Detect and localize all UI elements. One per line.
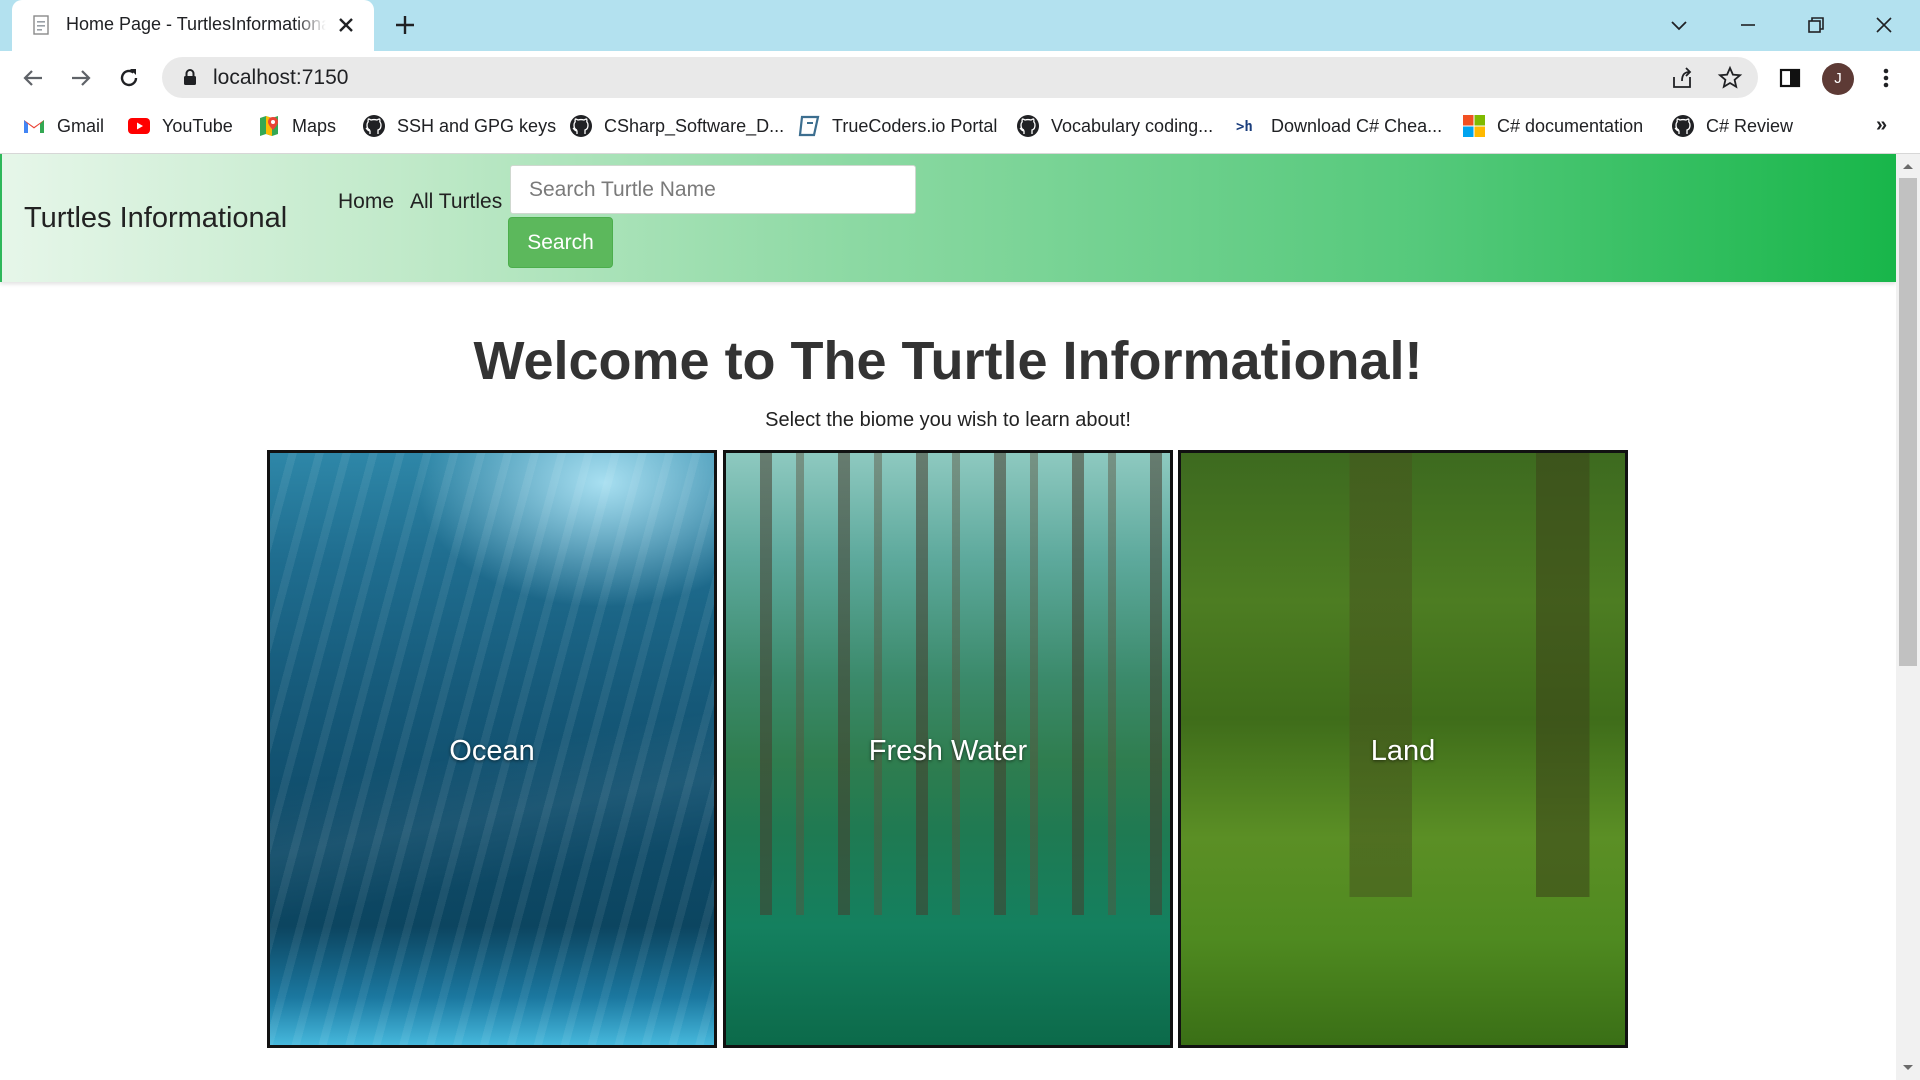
scroll-up-icon[interactable] [1900, 160, 1916, 172]
biome-label: Ocean [449, 735, 535, 767]
restore-icon[interactable] [1801, 10, 1831, 40]
biome-label: Land [1370, 735, 1436, 767]
github-icon [1017, 115, 1039, 137]
page-title: Welcome to The Turtle Informational! [473, 331, 1423, 391]
bookmarks-overflow-button[interactable]: » [1876, 114, 1887, 137]
lock-icon[interactable] [182, 68, 198, 86]
bookmark-maps[interactable]: Maps [257, 110, 336, 142]
bookmark-label: Gmail [57, 115, 105, 136]
scrollbar-thumb[interactable] [1899, 178, 1917, 666]
bookmark-label: C# Review [1706, 115, 1794, 136]
minimize-icon[interactable] [1733, 10, 1763, 40]
bookmark-label: YouTube [162, 115, 233, 136]
bookmark-csharp-docs[interactable]: C# documentation [1462, 110, 1643, 142]
fresh-water-image [726, 453, 1170, 915]
reload-icon[interactable] [114, 63, 144, 93]
microsoft-icon [1463, 115, 1485, 137]
browser-tab[interactable]: Home Page - TurtlesInformational [12, 0, 374, 51]
back-arrow-icon[interactable] [18, 63, 48, 93]
svg-text:>h: >h [1236, 119, 1253, 135]
github-icon [1672, 115, 1694, 137]
site-navbar: Turtles Informational Home All Turtles S… [0, 154, 1896, 282]
biome-label: Fresh Water [868, 735, 1028, 767]
maps-icon [260, 116, 278, 136]
tab-title: Home Page - TurtlesInformational [66, 14, 326, 34]
search-button[interactable]: Search [508, 217, 613, 268]
truecoders-icon [798, 115, 820, 137]
close-tab-icon[interactable] [334, 13, 358, 37]
bookmark-csharp-software[interactable]: CSharp_Software_D... [569, 110, 784, 142]
side-panel-icon[interactable] [1776, 64, 1804, 92]
bookmark-gmail[interactable]: Gmail [22, 110, 104, 142]
bookmark-label: SSH and GPG keys [397, 115, 557, 136]
terminal-icon: >h [1236, 119, 1253, 135]
nav-link-all-turtles[interactable]: All Turtles [410, 190, 502, 214]
bookmarks-bar: Gmail YouTube Maps SSH and GPG keys CSha… [0, 110, 1920, 152]
document-icon [33, 15, 49, 35]
bookmark-ssh-gpg[interactable]: SSH and GPG keys [362, 110, 556, 142]
biome-card-ocean[interactable]: Ocean [267, 450, 717, 1048]
bookmark-csharp-review[interactable]: C# Review [1671, 110, 1793, 142]
url-text[interactable]: localhost:7150 [213, 66, 348, 90]
kebab-menu-icon[interactable] [1874, 64, 1898, 92]
bookmark-csharp-cheatsheet[interactable]: >h Download C# Chea... [1236, 110, 1442, 142]
address-bar[interactable] [162, 57, 1758, 98]
nav-link-home[interactable]: Home [338, 190, 394, 214]
bookmark-label: Download C# Chea... [1271, 115, 1443, 136]
bookmark-label: Vocabulary coding... [1051, 115, 1214, 136]
github-icon [570, 115, 592, 137]
youtube-icon [128, 118, 150, 134]
star-icon[interactable] [1716, 64, 1744, 92]
bookmark-label: C# documentation [1497, 115, 1644, 136]
github-icon [363, 115, 385, 137]
site-brand[interactable]: Turtles Informational [24, 202, 287, 235]
bookmark-vocabulary[interactable]: Vocabulary coding... [1016, 110, 1213, 142]
biome-card-fresh-water[interactable]: Fresh Water [723, 450, 1173, 1048]
close-window-icon[interactable] [1869, 10, 1899, 40]
turtle-search-input[interactable] [510, 165, 916, 214]
land-image [1181, 453, 1625, 897]
bookmark-youtube[interactable]: YouTube [127, 110, 233, 142]
gmail-icon [24, 120, 44, 133]
bookmark-label: TrueCoders.io Portal [832, 115, 998, 136]
tab-search-chevron-icon[interactable] [1664, 10, 1694, 40]
scroll-down-icon[interactable] [1900, 1062, 1916, 1074]
bookmark-truecoders[interactable]: TrueCoders.io Portal [797, 110, 997, 142]
share-icon[interactable] [1668, 64, 1696, 92]
biome-card-land[interactable]: Land [1178, 450, 1628, 1048]
bookmark-label: Maps [292, 115, 337, 136]
new-tab-icon[interactable] [392, 12, 418, 38]
profile-avatar[interactable]: J [1822, 63, 1854, 95]
forward-arrow-icon[interactable] [66, 63, 96, 93]
page-subtitle: Select the biome you wish to learn about… [765, 409, 1131, 431]
bookmark-label: CSharp_Software_D... [604, 115, 785, 136]
page-viewport: Turtles Informational Home All Turtles S… [0, 154, 1896, 1080]
